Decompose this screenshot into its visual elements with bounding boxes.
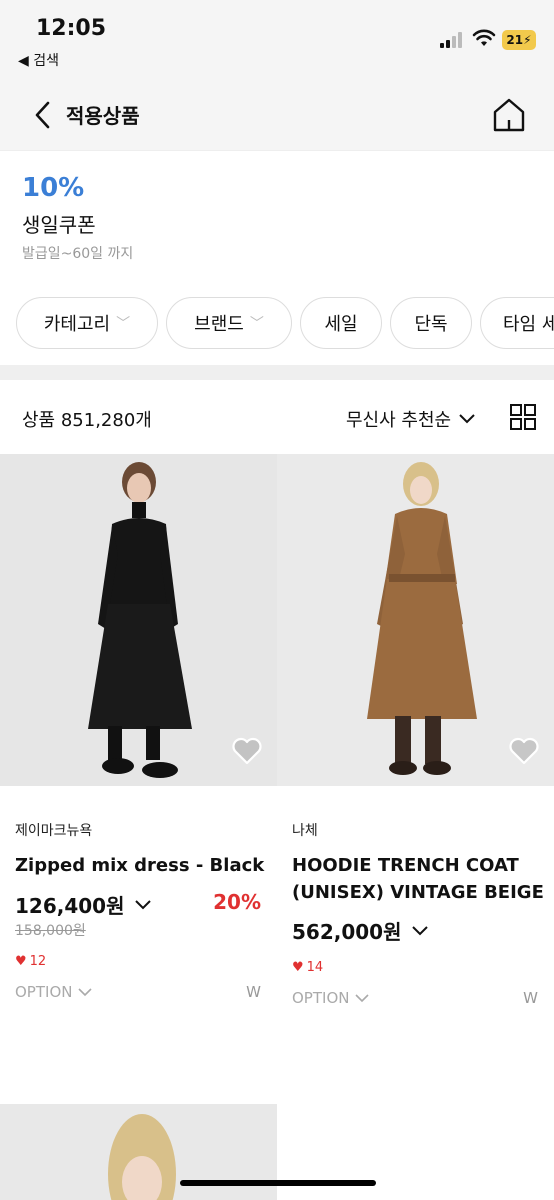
- battery-level: 21: [506, 33, 524, 47]
- filter-exclusive-chip[interactable]: 단독: [390, 297, 472, 349]
- section-divider: [0, 365, 554, 380]
- product-name[interactable]: HOODIE TRENCH COAT (UNISEX) VINTAGE BEIG…: [292, 852, 547, 906]
- status-time: 12:05: [36, 16, 107, 41]
- chevron-down-icon: [459, 414, 475, 424]
- coupon-section: 10% 생일쿠폰 발급일~60일 까지 카테고리 ﹀ 브랜드 ﹀ 세일 단독 타…: [0, 150, 554, 365]
- list-toolbar: 상품 851,280개 무신사 추천순: [0, 380, 554, 454]
- filter-brand-chip[interactable]: 브랜드 ﹀: [166, 297, 292, 349]
- chip-label: 카테고리: [43, 314, 111, 335]
- sort-label: 무신사 추천순: [346, 410, 452, 431]
- chip-label: 브랜드: [194, 314, 244, 335]
- product-price[interactable]: 562,000원: [292, 916, 428, 945]
- original-price: 158,000원: [15, 923, 86, 939]
- chevron-down-icon: ﹀: [116, 316, 131, 332]
- chip-label: 세일: [324, 314, 358, 335]
- product-name[interactable]: Zipped mix dress - Black: [15, 852, 270, 879]
- product-image[interactable]: [0, 454, 277, 786]
- heart-icon: ♥: [15, 954, 27, 969]
- option-label: OPTION: [15, 983, 73, 1001]
- product-count: 상품 851,280개: [22, 410, 152, 431]
- wifi-icon: [472, 29, 496, 46]
- product-image[interactable]: [277, 454, 554, 786]
- status-bar: 12:05 ◀ 검색 21⚡: [0, 0, 554, 80]
- home-button[interactable]: [490, 96, 528, 134]
- like-count: ♥ 14: [292, 960, 323, 975]
- filter-timesale-chip[interactable]: 타임 세: [480, 297, 554, 349]
- home-indicator[interactable]: [180, 1180, 376, 1186]
- discount-rate: 20%: [213, 890, 261, 914]
- option-dropdown[interactable]: OPTION: [292, 989, 370, 1007]
- price-value: 562,000원: [292, 920, 402, 944]
- back-to-app-link[interactable]: ◀ 검색: [18, 50, 59, 70]
- grid-view-icon[interactable]: [510, 404, 536, 430]
- product-price[interactable]: 126,400원: [15, 890, 151, 919]
- filter-category-chip[interactable]: 카테고리 ﹀: [16, 297, 158, 349]
- chevron-down-icon: [355, 993, 370, 1002]
- gender-tag: W: [523, 989, 538, 1007]
- chip-label: 단독: [414, 314, 448, 335]
- charging-bolt-icon: ⚡: [523, 33, 532, 47]
- like-count-value: 12: [29, 954, 47, 969]
- battery-indicator: 21⚡: [502, 30, 536, 50]
- product-card[interactable]: 제이마크뉴욕 Zipped mix dress - Black 126,400원…: [0, 454, 277, 1014]
- chevron-down-icon: ﹀: [249, 316, 264, 332]
- like-heart-icon[interactable]: [231, 736, 263, 766]
- back-button[interactable]: [30, 98, 58, 132]
- gender-tag: W: [246, 983, 261, 1001]
- coupon-name: 생일쿠폰: [22, 213, 96, 237]
- filter-chips: 카테고리 ﹀ 브랜드 ﹀ 세일 단독 타임 세: [0, 297, 554, 351]
- product-brand[interactable]: 제이마크뉴욕: [15, 820, 92, 840]
- like-count-value: 14: [306, 960, 324, 975]
- chevron-down-icon: [78, 987, 93, 996]
- sort-dropdown[interactable]: 무신사 추천순: [346, 406, 475, 432]
- option-label: OPTION: [292, 989, 350, 1007]
- chip-label: 타임 세: [503, 314, 554, 335]
- product-brand[interactable]: 나체: [292, 820, 318, 840]
- filter-sale-chip[interactable]: 세일: [300, 297, 382, 349]
- page-header: 적용상품: [0, 80, 554, 150]
- like-heart-icon[interactable]: [508, 736, 540, 766]
- coupon-percent: 10%: [22, 173, 85, 203]
- chevron-down-icon: [134, 899, 151, 909]
- cellular-signal-icon: [440, 32, 462, 48]
- page-title: 적용상품: [66, 104, 140, 128]
- heart-icon: ♥: [292, 960, 304, 975]
- chevron-down-icon: [411, 925, 428, 935]
- like-count: ♥ 12: [15, 954, 46, 969]
- product-card[interactable]: 나체 HOODIE TRENCH COAT (UNISEX) VINTAGE B…: [277, 454, 554, 1014]
- option-dropdown[interactable]: OPTION: [15, 983, 93, 1001]
- coupon-period: 발급일~60일 까지: [22, 246, 134, 262]
- price-value: 126,400원: [15, 894, 125, 918]
